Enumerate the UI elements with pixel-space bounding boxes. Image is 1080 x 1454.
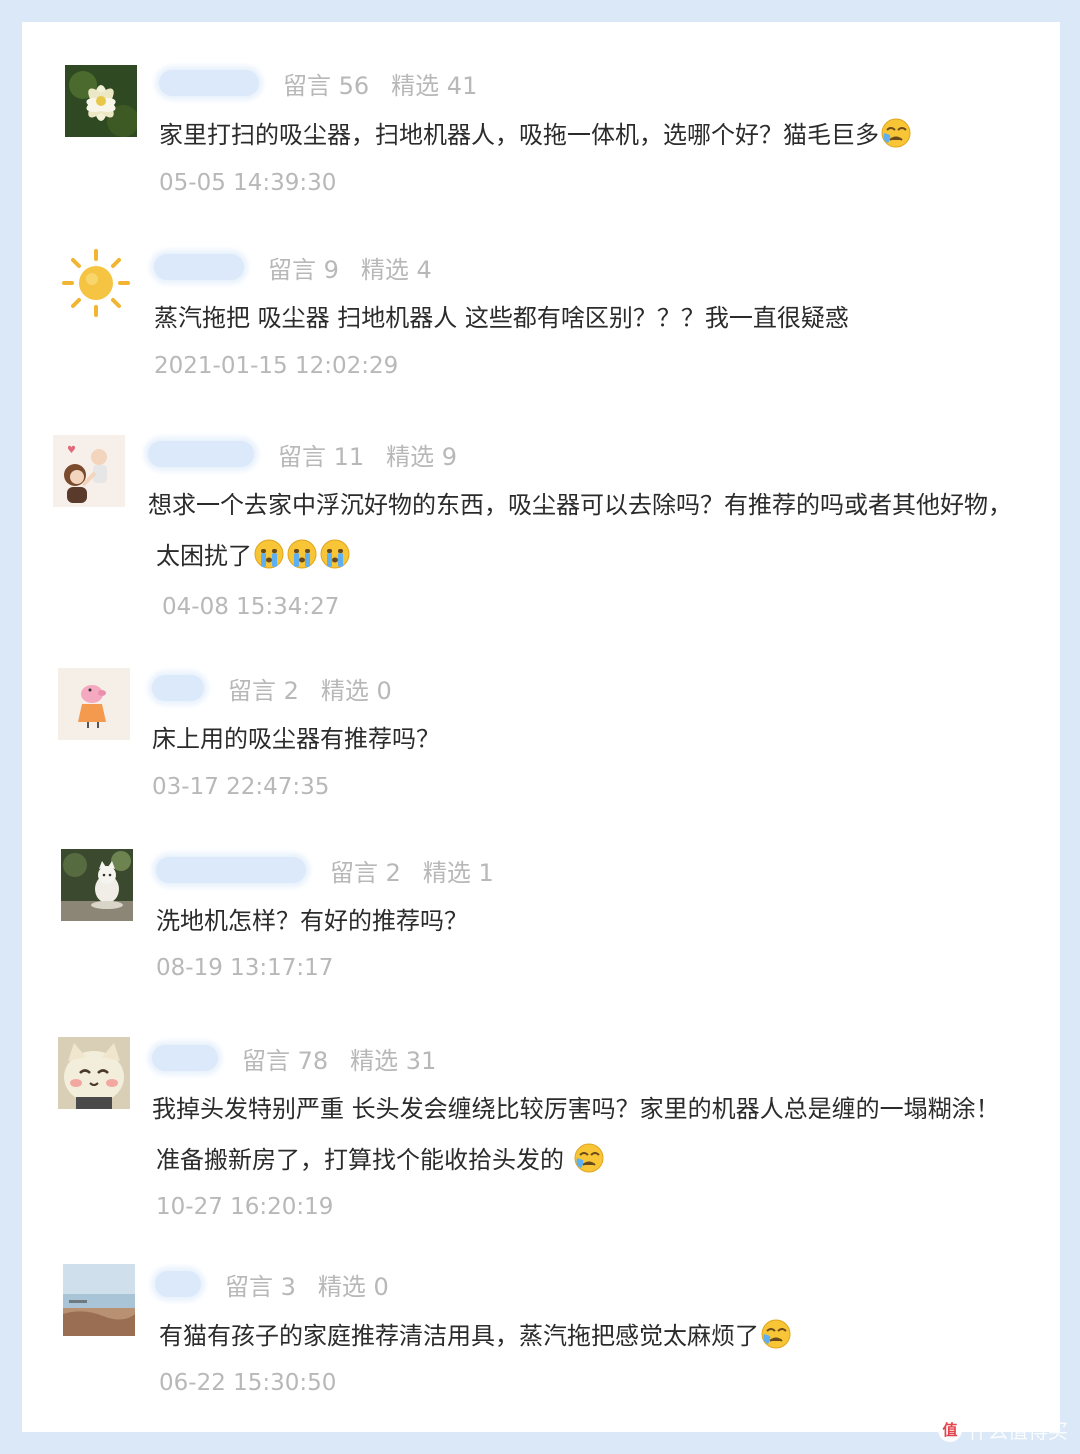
comment-time: 03-17 22:47:35	[152, 774, 330, 800]
featured-count: 精选 0	[317, 1272, 389, 1301]
avatar[interactable]: ♥	[53, 435, 125, 507]
comment-message: 想求一个去家中浮沉好物的东西，吸尘器可以去除吗？有推荐的吗或者其他好物，	[148, 491, 1012, 519]
featured-count: 精选 41	[391, 71, 478, 100]
avatar[interactable]	[58, 668, 130, 740]
crying-emoji-icon	[880, 117, 912, 149]
username-blurred[interactable]	[152, 1045, 218, 1071]
comment-time: 08-19 13:17:17	[156, 955, 334, 981]
comment-count: 留言 78	[242, 1046, 329, 1075]
crying-emoji-icon	[760, 1318, 792, 1350]
comment-time: 2021-01-15 12:02:29	[154, 353, 399, 379]
username-blurred[interactable]	[159, 70, 259, 96]
mother-baby-icon: ♥	[53, 435, 125, 507]
featured-count: 精选 0	[320, 676, 392, 705]
watermark-text: 什么值得买	[968, 1419, 1068, 1443]
username-blurred[interactable]	[156, 857, 306, 883]
sobbing-emoji-icon	[286, 538, 318, 570]
comment-count: 留言 11	[278, 442, 365, 471]
avatar[interactable]	[58, 1037, 130, 1109]
comment-message: 床上用的吸尘器有推荐吗？	[152, 725, 440, 753]
featured-count: 精选 31	[350, 1046, 437, 1075]
comment-count: 留言 9	[268, 255, 339, 284]
cat-face-icon	[58, 1037, 130, 1109]
comment-message: 家里打扫的吸尘器，扫地机器人，吸拖一体机，选哪个好？猫毛巨多	[159, 117, 912, 152]
comment-count: 留言 2	[228, 676, 299, 705]
comment-time: 04-08 15:34:27	[162, 594, 340, 620]
comment-count: 留言 2	[330, 858, 401, 887]
seaside-icon	[63, 1264, 135, 1336]
comment-count: 留言 56	[283, 71, 370, 100]
message-text: 有猫有孩子的家庭推荐清洁用具，蒸汽拖把感觉太麻烦了	[159, 1322, 759, 1350]
featured-count: 精选 4	[360, 255, 432, 284]
comment-message: 有猫有孩子的家庭推荐清洁用具，蒸汽拖把感觉太麻烦了	[159, 1318, 792, 1353]
comment-message: 洗地机怎样？有好的推荐吗？	[156, 907, 468, 935]
comment-message-line2: 准备搬新房了，打算找个能收拾头发的	[156, 1142, 605, 1177]
username-blurred[interactable]	[152, 675, 204, 701]
message-text: 家里打扫的吸尘器，扫地机器人，吸拖一体机，选哪个好？猫毛巨多	[159, 121, 879, 149]
cat-statue-icon	[61, 849, 133, 921]
featured-count: 精选 1	[422, 858, 494, 887]
crying-emoji-icon	[573, 1142, 605, 1174]
message-text: 太困扰了	[156, 542, 252, 570]
comment-time: 10-27 16:20:19	[156, 1194, 334, 1220]
avatar[interactable]	[61, 849, 133, 921]
comment-count: 留言 3	[225, 1272, 296, 1301]
avatar[interactable]	[65, 65, 137, 137]
username-blurred[interactable]	[148, 441, 254, 467]
sun-icon	[60, 247, 132, 319]
comment-message: 我掉头发特别严重 长头发会缠绕比较厉害吗？家里的机器人总是缠的一塌糊涂！	[152, 1095, 1000, 1123]
comment-card: 留言 56 精选 41 家里打扫的吸尘器，扫地机器人，吸拖一体机，选哪个好？猫毛…	[22, 22, 1060, 1432]
comment-message-line2: 太困扰了	[156, 538, 351, 573]
username-blurred[interactable]	[154, 254, 244, 280]
comment-message: 蒸汽拖把 吸尘器 扫地机器人 这些都有啥区别？？？我一直很疑惑	[154, 304, 849, 332]
sobbing-emoji-icon	[319, 538, 351, 570]
comment-time: 05-05 14:39:30	[159, 170, 337, 196]
watermark: 值 什么值得买	[938, 1415, 1068, 1444]
username-blurred[interactable]	[155, 1271, 201, 1297]
comment-time: 06-22 15:30:50	[159, 1370, 337, 1396]
message-text: 准备搬新房了，打算找个能收拾头发的	[156, 1146, 564, 1174]
sobbing-emoji-icon	[253, 538, 285, 570]
pig-cartoon-icon	[58, 668, 130, 740]
avatar[interactable]	[60, 247, 132, 319]
avatar[interactable]	[63, 1264, 135, 1336]
svg-text:♥: ♥	[67, 445, 76, 456]
smzdm-logo-icon: 值	[938, 1417, 962, 1442]
lotus-flower-icon	[65, 65, 137, 137]
featured-count: 精选 9	[386, 442, 458, 471]
